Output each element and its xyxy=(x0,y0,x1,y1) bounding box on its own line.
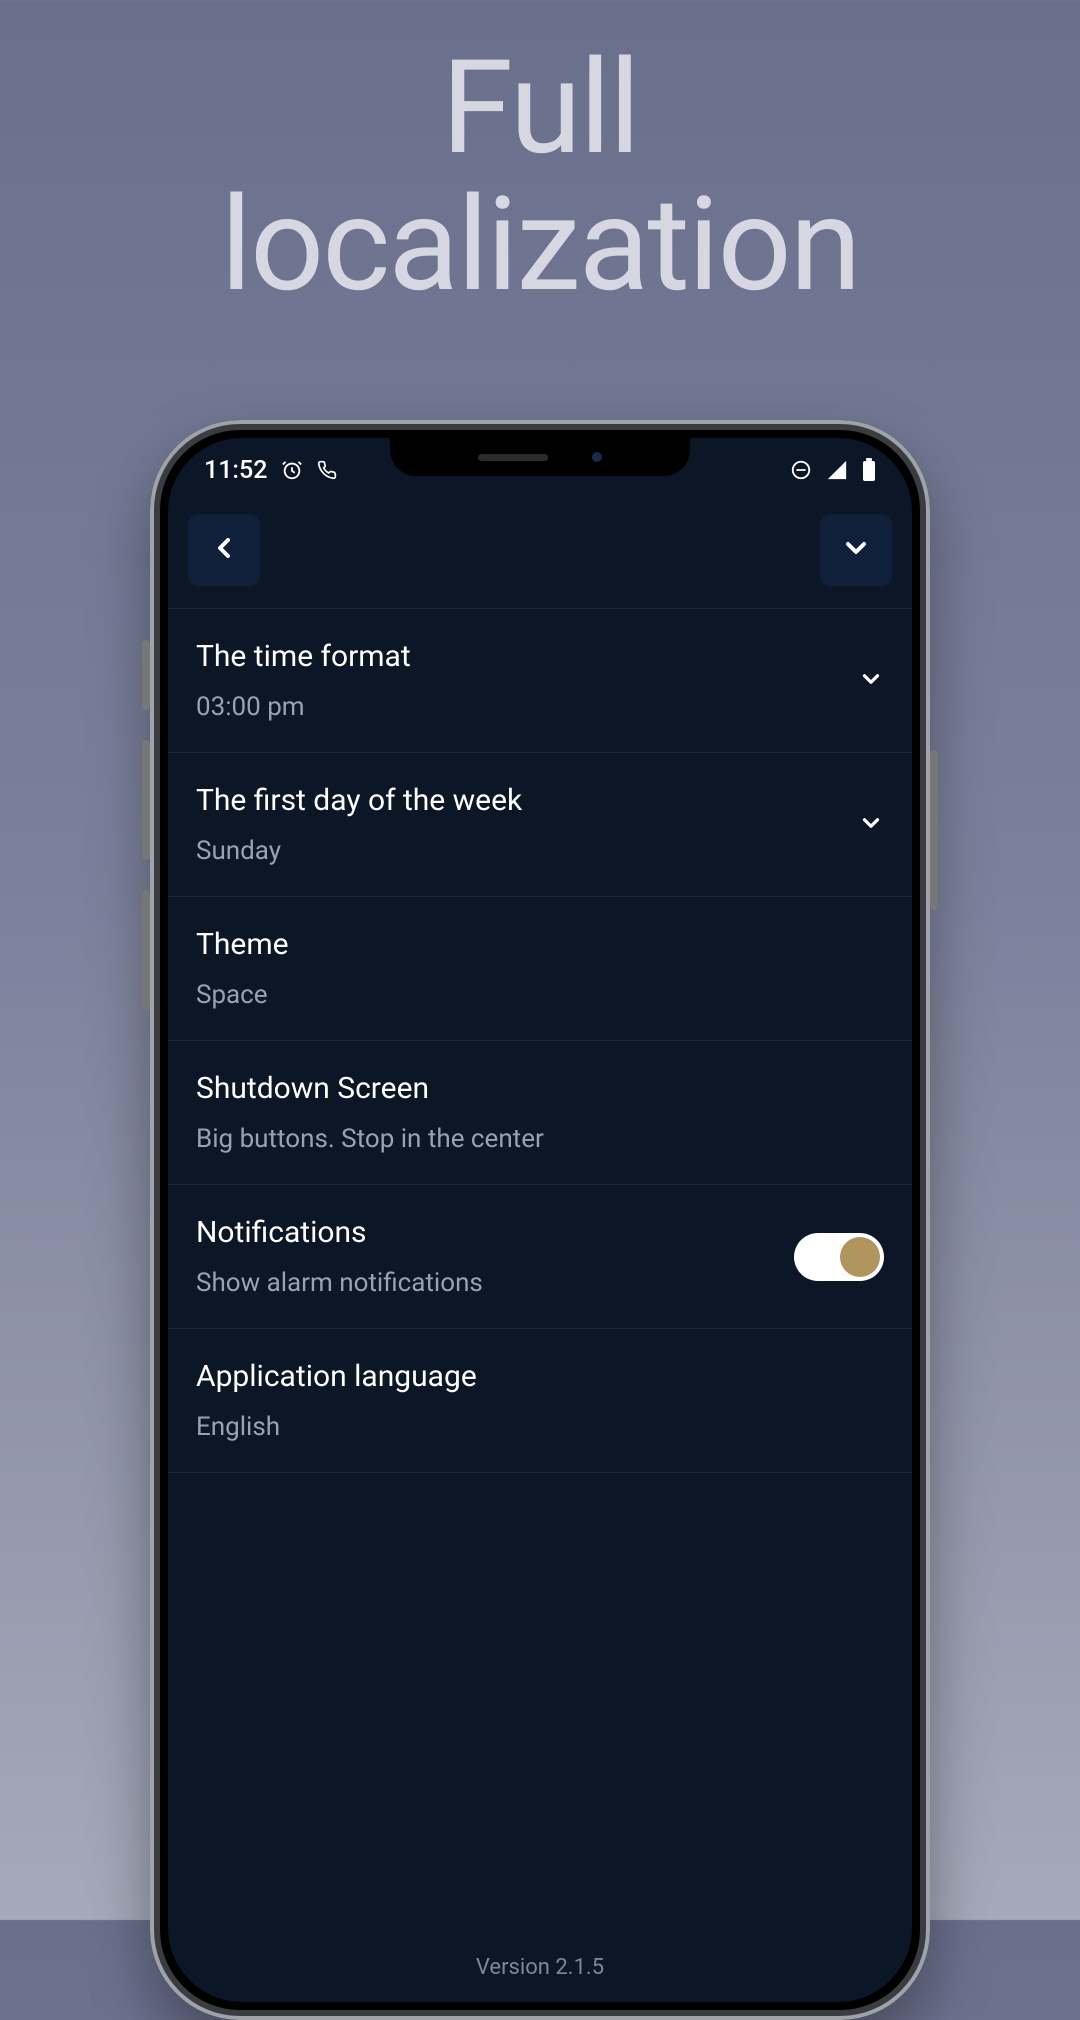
setting-title: The time format xyxy=(196,639,838,674)
setting-language[interactable]: Application language English xyxy=(168,1328,912,1473)
setting-shutdown-screen[interactable]: Shutdown Screen Big buttons. Stop in the… xyxy=(168,1040,912,1184)
setting-title: Theme xyxy=(196,927,884,962)
promo-headline: Full localization xyxy=(0,0,1080,313)
speaker-grille xyxy=(478,454,548,461)
chevron-left-icon xyxy=(208,532,240,568)
setting-value: English xyxy=(196,1412,884,1442)
chevron-down-icon xyxy=(840,532,872,568)
phone-frame: 11:52 xyxy=(150,420,930,2020)
chevron-down-icon xyxy=(858,666,884,696)
setting-title: Notifications xyxy=(196,1215,774,1250)
phone-side-button xyxy=(142,740,150,860)
phone-side-button xyxy=(142,890,150,1010)
setting-value: Space xyxy=(196,980,884,1010)
status-time: 11:52 xyxy=(204,456,267,485)
phone-side-button xyxy=(930,750,938,910)
header-nav xyxy=(168,502,912,608)
signal-icon xyxy=(826,459,848,481)
back-button[interactable] xyxy=(188,514,260,586)
setting-time-format[interactable]: The time format 03:00 pm xyxy=(168,608,912,752)
version-label: Version 2.1.5 xyxy=(168,1955,912,1980)
more-button[interactable] xyxy=(820,514,892,586)
setting-value: Big buttons. Stop in the center xyxy=(196,1124,884,1154)
phone-side-button xyxy=(142,640,150,710)
setting-notifications[interactable]: Notifications Show alarm notifications xyxy=(168,1184,912,1328)
headline-line-1: Full xyxy=(441,31,638,184)
phone-icon xyxy=(317,460,337,480)
setting-title: Application language xyxy=(196,1359,884,1394)
phone-screen: 11:52 xyxy=(168,438,912,2002)
alarm-icon xyxy=(281,459,303,481)
setting-value: Sunday xyxy=(196,836,838,866)
settings-list: The time format 03:00 pm The first day o… xyxy=(168,608,912,1473)
notifications-toggle[interactable] xyxy=(794,1233,884,1281)
setting-title: Shutdown Screen xyxy=(196,1071,884,1106)
phone-notch xyxy=(390,438,690,476)
battery-icon xyxy=(862,458,876,482)
headline-line-2: localization xyxy=(220,168,859,321)
setting-value: Show alarm notifications xyxy=(196,1268,774,1298)
setting-theme[interactable]: Theme Space xyxy=(168,896,912,1040)
setting-first-day[interactable]: The first day of the week Sunday xyxy=(168,752,912,896)
front-camera xyxy=(592,452,602,462)
setting-title: The first day of the week xyxy=(196,783,838,818)
toggle-knob xyxy=(840,1237,880,1277)
chevron-down-icon xyxy=(858,810,884,840)
setting-value: 03:00 pm xyxy=(196,692,838,722)
dnd-icon xyxy=(790,459,812,481)
